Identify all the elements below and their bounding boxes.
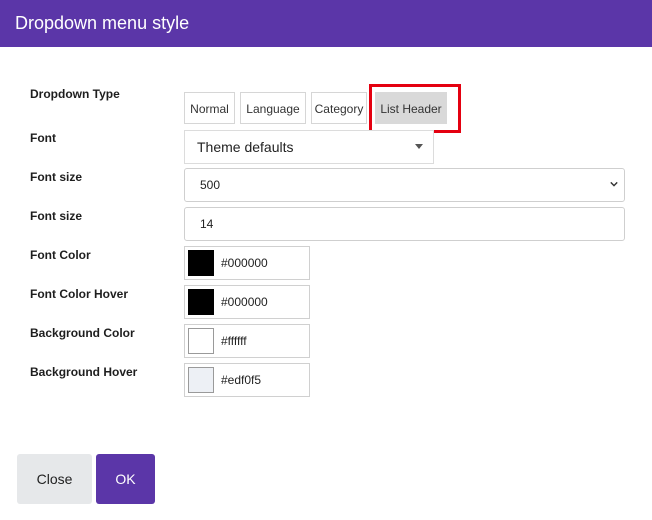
font-weight-select[interactable]: 500 — [184, 168, 625, 202]
font-size-input[interactable]: 14 — [184, 207, 625, 241]
font-color-hover-swatch[interactable] — [188, 289, 214, 315]
font-size-label: Font size — [30, 209, 83, 223]
font-color-label: Font Color — [30, 248, 91, 262]
font-color-value: #000000 — [221, 256, 268, 270]
font-size-value: 14 — [200, 217, 214, 231]
font-label: Font — [30, 131, 56, 145]
font-color-swatch[interactable] — [188, 250, 214, 276]
dialog-title: Dropdown menu style — [15, 13, 190, 33]
background-hover-swatch[interactable] — [188, 367, 214, 393]
tab-list-header[interactable]: List Header — [375, 92, 447, 124]
tab-language[interactable]: Language — [240, 92, 306, 124]
background-color-field[interactable]: #ffffff — [184, 324, 310, 358]
ok-button[interactable]: OK — [96, 454, 155, 504]
font-select[interactable]: Theme defaults — [184, 130, 434, 164]
caret-down-icon — [415, 144, 423, 149]
background-hover-value: #edf0f5 — [221, 373, 262, 387]
font-color-hover-label: Font Color Hover — [30, 287, 128, 301]
font-select-value: Theme defaults — [197, 139, 294, 155]
font-color-field[interactable]: #000000 — [184, 246, 310, 280]
background-color-value: #ffffff — [221, 334, 247, 348]
font-weight-label: Font size — [30, 170, 83, 184]
close-button[interactable]: Close — [17, 454, 92, 504]
chevron-down-icon — [610, 181, 618, 187]
background-hover-label: Background Hover — [30, 365, 138, 379]
tab-category[interactable]: Category — [311, 92, 367, 124]
tab-normal[interactable]: Normal — [184, 92, 235, 124]
background-color-label: Background Color — [30, 326, 135, 340]
font-color-hover-value: #000000 — [221, 295, 268, 309]
font-color-hover-field[interactable]: #000000 — [184, 285, 310, 319]
background-hover-field[interactable]: #edf0f5 — [184, 363, 310, 397]
background-color-swatch[interactable] — [188, 328, 214, 354]
font-weight-value: 500 — [200, 178, 221, 192]
dialog-header: Dropdown menu style — [0, 0, 652, 47]
dropdown-type-label: Dropdown Type — [30, 87, 120, 101]
